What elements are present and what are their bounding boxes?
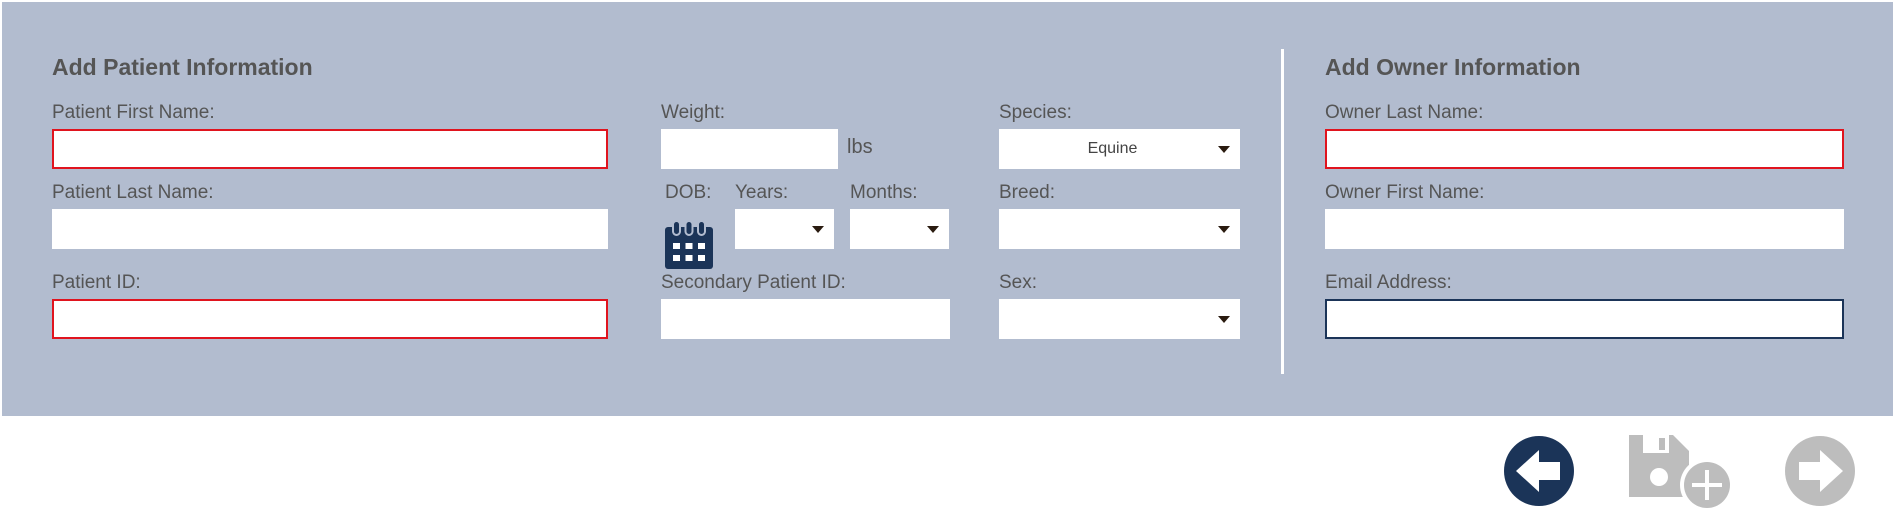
form-panel: Add Patient Information Patient First Na… [2,2,1893,416]
email-address-input[interactable] [1325,299,1844,339]
back-button[interactable] [1503,435,1575,507]
chevron-down-icon [812,226,824,233]
months-label: Months: [850,182,918,203]
patient-last-name-input[interactable] [52,209,608,249]
patient-first-name-input[interactable] [52,129,608,169]
sex-select[interactable] [999,299,1240,339]
weight-input[interactable] [661,129,838,169]
patient-last-name-label: Patient Last Name: [52,182,214,203]
species-selected-value: Equine [1087,140,1138,157]
save-add-icon [1629,435,1734,512]
chevron-down-icon [1218,226,1230,233]
secondary-patient-id-label: Secondary Patient ID: [661,272,846,293]
species-label: Species: [999,102,1072,123]
section-divider [1281,49,1284,374]
next-button[interactable] [1784,435,1856,507]
patient-id-label: Patient ID: [52,272,141,293]
owner-section-heading: Add Owner Information [1325,54,1581,80]
dob-years-select[interactable] [735,209,834,249]
owner-first-name-label: Owner First Name: [1325,182,1485,203]
weight-unit-label: lbs [847,136,873,158]
owner-first-name-input[interactable] [1325,209,1844,249]
save-add-button[interactable] [1627,433,1735,513]
dob-months-select[interactable] [850,209,949,249]
owner-last-name-input[interactable] [1325,129,1844,169]
breed-select[interactable] [999,209,1240,249]
email-address-label: Email Address: [1325,272,1452,293]
patient-id-input[interactable] [52,299,608,339]
chevron-down-icon [1218,316,1230,323]
weight-label: Weight: [661,102,726,123]
calendar-icon[interactable] [663,219,715,271]
breed-label: Breed: [999,182,1055,203]
chevron-down-icon [927,226,939,233]
sex-label: Sex: [999,272,1038,293]
patient-first-name-label: Patient First Name: [52,102,215,123]
secondary-patient-id-input[interactable] [661,299,950,339]
chevron-down-icon [1218,146,1230,153]
dob-label: DOB: [665,182,712,203]
patient-section-heading: Add Patient Information [52,54,313,80]
species-select[interactable]: Equine [999,129,1240,169]
years-label: Years: [735,182,789,203]
owner-last-name-label: Owner Last Name: [1325,102,1484,123]
